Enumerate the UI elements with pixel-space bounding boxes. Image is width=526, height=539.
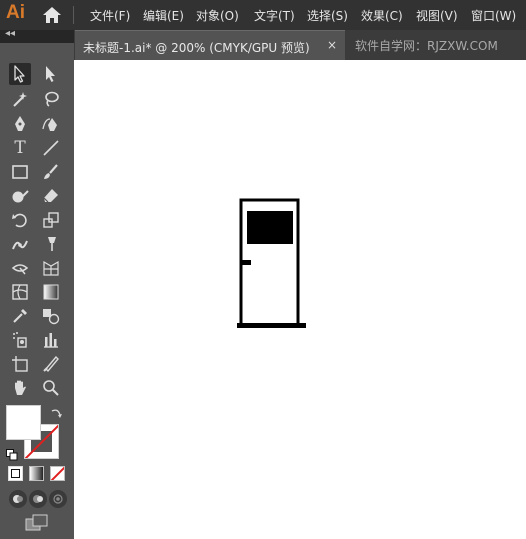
rectangle-tool-icon[interactable] [9,161,31,183]
menu-type[interactable]: 文字(T) [254,7,295,24]
symbol-sprayer-tool-icon[interactable] [9,329,31,351]
artwork-door[interactable] [74,60,526,539]
draw-behind-icon[interactable] [29,490,47,508]
type-tool-glyph: T [14,138,26,158]
pen-tool-icon[interactable] [9,113,31,135]
menu-window[interactable]: 窗口(W) [471,7,516,24]
color-mode-button[interactable] [8,466,23,481]
collapse-icon[interactable]: ◂◂ [5,28,15,39]
draw-normal-icon[interactable] [9,490,27,508]
artboard-canvas[interactable] [74,60,526,539]
menu-view[interactable]: 视图(V) [416,7,458,24]
puppet-warp-tool-icon[interactable] [40,233,62,255]
perspective-grid-tool-icon[interactable] [40,257,62,279]
door-floor [237,323,306,328]
menu-bar: Ai 文件(F) 编辑(E) 对象(O) 文字(T) 选择(S) 效果(C) 视… [0,0,526,30]
menu-select[interactable]: 选择(S) [307,7,348,24]
fill-swatch[interactable] [6,405,41,440]
type-tool-icon[interactable]: T [9,137,31,159]
eyedropper-tool-icon[interactable] [9,305,31,327]
tools-panel: T [0,43,74,539]
line-segment-tool-icon[interactable] [40,137,62,159]
menu-separator [73,6,74,24]
menu-file[interactable]: 文件(F) [90,7,130,24]
tab-close-icon[interactable]: × [327,38,337,52]
column-graph-tool-icon[interactable] [40,329,62,351]
hand-tool-icon[interactable] [9,377,31,399]
slice-tool-icon[interactable] [40,353,62,375]
rotate-tool-icon[interactable] [9,209,31,231]
door-handle [241,260,251,265]
scale-tool-icon[interactable] [40,209,62,231]
curvature-tool-icon[interactable] [40,113,62,135]
toolbar-header: ◂◂ [0,28,74,43]
selection-tool-icon[interactable] [9,63,31,85]
mesh-tool-icon[interactable] [9,281,31,303]
eraser-tool-icon[interactable] [40,185,62,207]
lasso-tool-icon[interactable] [40,88,62,110]
blend-tool-icon[interactable] [40,305,62,327]
none-mode-button[interactable] [50,466,65,481]
artboard-tool-icon[interactable] [9,353,31,375]
tab-document[interactable]: 未标题-1.ai* @ 200% (CMYK/GPU 预览) × [75,30,345,60]
shaper-tool-icon[interactable] [9,185,31,207]
tab-document-label: 未标题-1.ai* @ 200% (CMYK/GPU 预览) [83,41,310,55]
home-icon[interactable] [41,5,63,25]
magic-wand-tool-icon[interactable] [9,88,31,110]
menu-object[interactable]: 对象(O) [196,7,239,24]
swap-fill-stroke-icon[interactable] [50,404,62,418]
gradient-tool-icon[interactable] [40,281,62,303]
direct-selection-tool-icon[interactable] [40,63,62,85]
gradient-mode-button[interactable] [29,466,44,481]
default-fill-stroke-icon[interactable] [6,446,18,461]
menu-effect[interactable]: 效果(C) [361,7,403,24]
tab-watermark: 软件自学网：RJZXW.COM [355,39,498,53]
menu-edit[interactable]: 编辑(E) [143,7,184,24]
width-tool-icon[interactable] [9,233,31,255]
zoom-tool-icon[interactable] [40,377,62,399]
door-window [247,211,293,244]
free-transform-tool-icon[interactable] [9,257,31,279]
draw-inside-icon[interactable] [49,490,67,508]
paintbrush-tool-icon[interactable] [40,161,62,183]
screen-mode-icon[interactable] [25,514,49,532]
app-logo: Ai [6,2,25,23]
